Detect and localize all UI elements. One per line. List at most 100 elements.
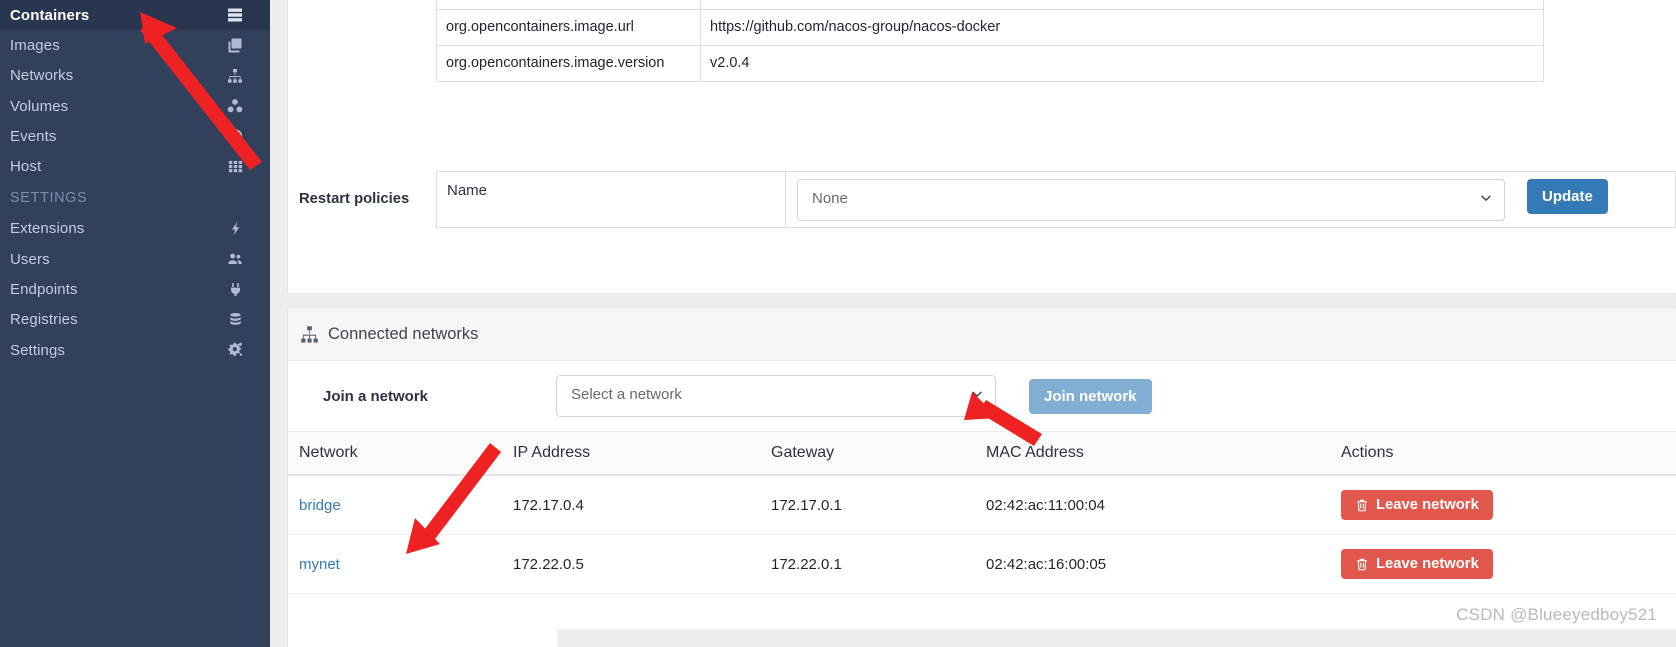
restart-policy-action-cell: Update (1516, 171, 1676, 228)
column-header-mac-address[interactable]: MAC Address (976, 431, 1331, 476)
table-row: org.opencontainers.image.url https://git… (436, 9, 1544, 47)
sidebar-item-endpoints[interactable]: Endpoints (0, 274, 270, 304)
chevron-down-icon (1479, 191, 1493, 205)
sidebar-item-label: Registries (10, 311, 78, 329)
portainer-app: Containers Images Networks Volumes Event (0, 0, 1676, 647)
sidebar-item-label: Networks (10, 67, 74, 85)
sidebar-item-volumes[interactable]: Volumes (0, 91, 270, 121)
sidebar: Containers Images Networks Volumes Event (0, 0, 270, 647)
sidebar-item-label: Users (10, 250, 50, 268)
table-row: bridge 172.17.0.4 172.17.0.1 02:42:ac:11… (288, 475, 1676, 535)
sidebar-item-images[interactable]: Images (0, 30, 270, 60)
label-value: nacos-docker (700, 0, 1544, 11)
leave-network-button[interactable]: Leave network (1341, 549, 1493, 579)
sidebar-item-events[interactable]: Events (0, 121, 270, 151)
restart-policy-name-value: Name (447, 182, 488, 199)
leave-network-button[interactable]: Leave network (1341, 490, 1493, 520)
connected-networks-header: Connected networks (288, 308, 1676, 361)
container-details-panel: org.opencontainers.image.title nacos-doc… (287, 0, 1676, 294)
column-header-actions: Actions (1331, 431, 1676, 476)
cell-ip-address: 172.17.0.4 (503, 475, 761, 535)
label-value: v2.0.4 (700, 45, 1544, 83)
table-row: mynet 172.22.0.5 172.22.0.1 02:42:ac:16:… (288, 534, 1676, 594)
history-clock-icon (224, 127, 246, 145)
network-link[interactable]: mynet (299, 556, 340, 573)
cell-mac-address: 02:42:ac:11:00:04 (976, 475, 1331, 535)
grid-th-icon (224, 158, 246, 176)
labels-table: org.opencontainers.image.title nacos-doc… (436, 0, 1544, 83)
column-header-network[interactable]: Network (288, 431, 503, 476)
sidebar-item-registries[interactable]: Registries (0, 305, 270, 335)
network-sitemap-icon (224, 67, 246, 85)
cell-network: bridge (288, 475, 503, 535)
gears-icon (224, 341, 246, 359)
database-icon (224, 311, 246, 329)
sidebar-item-label: Events (10, 127, 57, 145)
cell-network: mynet (288, 534, 503, 594)
sidebar-item-label: Volumes (10, 97, 69, 115)
sidebar-item-extensions[interactable]: Extensions (0, 214, 270, 244)
main-content: org.opencontainers.image.title nacos-doc… (270, 0, 1676, 647)
join-network-row: Join a network Select a network Join net… (288, 361, 1676, 431)
cell-actions: Leave network (1331, 534, 1676, 594)
page-bottom-strip (557, 629, 1676, 647)
bolt-icon (224, 220, 246, 238)
join-network-label: Join a network (323, 387, 429, 405)
leave-network-label: Leave network (1376, 497, 1479, 513)
restart-policy-name-cell: Name (436, 171, 786, 228)
cell-mac-address: 02:42:ac:16:00:05 (976, 534, 1331, 594)
sidebar-item-host[interactable]: Host (0, 151, 270, 181)
trash-icon (1355, 557, 1369, 572)
chevron-down-icon (970, 387, 984, 401)
cell-gateway: 172.22.0.1 (761, 534, 976, 594)
join-network-selected-value: Select a network (571, 386, 682, 403)
sidebar-item-networks[interactable]: Networks (0, 61, 270, 91)
label-key: org.opencontainers.image.title (436, 0, 701, 11)
label-value: https://github.com/nacos-group/nacos-doc… (700, 9, 1544, 47)
restart-policies-label: Restart policies (299, 191, 410, 207)
join-network-button[interactable]: Join network (1029, 378, 1152, 414)
server-rack-icon (224, 6, 246, 24)
connected-networks-panel: Connected networks Join a network Select… (287, 307, 1676, 647)
sidebar-item-settings[interactable]: Settings (0, 335, 270, 365)
join-network-select-wrap: Select a network (556, 375, 996, 417)
trash-icon (1355, 498, 1369, 513)
users-icon (224, 250, 246, 268)
sidebar-item-label: Host (10, 158, 42, 176)
column-header-gateway[interactable]: Gateway (761, 431, 976, 476)
restart-policies-row: Restart policies Name None Update (288, 171, 1676, 257)
restart-policy-select[interactable]: None (797, 179, 1505, 221)
connected-networks-table-body: bridge 172.17.0.4 172.17.0.1 02:42:ac:11… (288, 475, 1676, 594)
cell-ip-address: 172.22.0.5 (503, 534, 761, 594)
leave-network-label: Leave network (1376, 556, 1479, 572)
sidebar-item-label: Containers (10, 6, 90, 24)
sidebar-item-users[interactable]: Users (0, 244, 270, 274)
join-network-button-wrap: Join network (996, 378, 1152, 414)
column-header-ip-address[interactable]: IP Address (503, 431, 761, 476)
sidebar-item-label: Endpoints (10, 281, 78, 299)
labels-table-body: org.opencontainers.image.title nacos-doc… (436, 0, 1544, 83)
panel-title: Connected networks (328, 324, 479, 343)
cell-actions: Leave network (1331, 475, 1676, 535)
sidebar-item-label: Extensions (10, 220, 85, 238)
network-link[interactable]: bridge (299, 497, 341, 514)
sidebar-item-label: Settings (10, 341, 65, 359)
label-key: org.opencontainers.image.version (436, 45, 701, 83)
connected-networks-table: Network IP Address Gateway MAC Address A… (288, 431, 1676, 594)
join-network-select[interactable]: Select a network (556, 375, 996, 417)
sidebar-section-settings: SETTINGS (10, 189, 88, 206)
sidebar-item-containers[interactable]: Containers (0, 0, 270, 31)
table-header-row: Network IP Address Gateway MAC Address A… (288, 431, 1676, 476)
update-button[interactable]: Update (1527, 179, 1608, 214)
layers-icon (224, 36, 246, 54)
table-row: org.opencontainers.image.version v2.0.4 (436, 45, 1544, 83)
network-sitemap-icon (300, 325, 319, 344)
plug-icon (224, 281, 246, 299)
connected-networks-table-head: Network IP Address Gateway MAC Address A… (288, 431, 1676, 476)
volumes-cluster-icon (224, 97, 246, 115)
restart-policy-selected-value: None (812, 190, 848, 207)
table-row: org.opencontainers.image.title nacos-doc… (436, 0, 1544, 11)
watermark: CSDN @Blueeyedboy521 (1456, 605, 1657, 624)
cell-gateway: 172.17.0.1 (761, 475, 976, 535)
restart-policy-select-cell: None (786, 171, 1516, 228)
